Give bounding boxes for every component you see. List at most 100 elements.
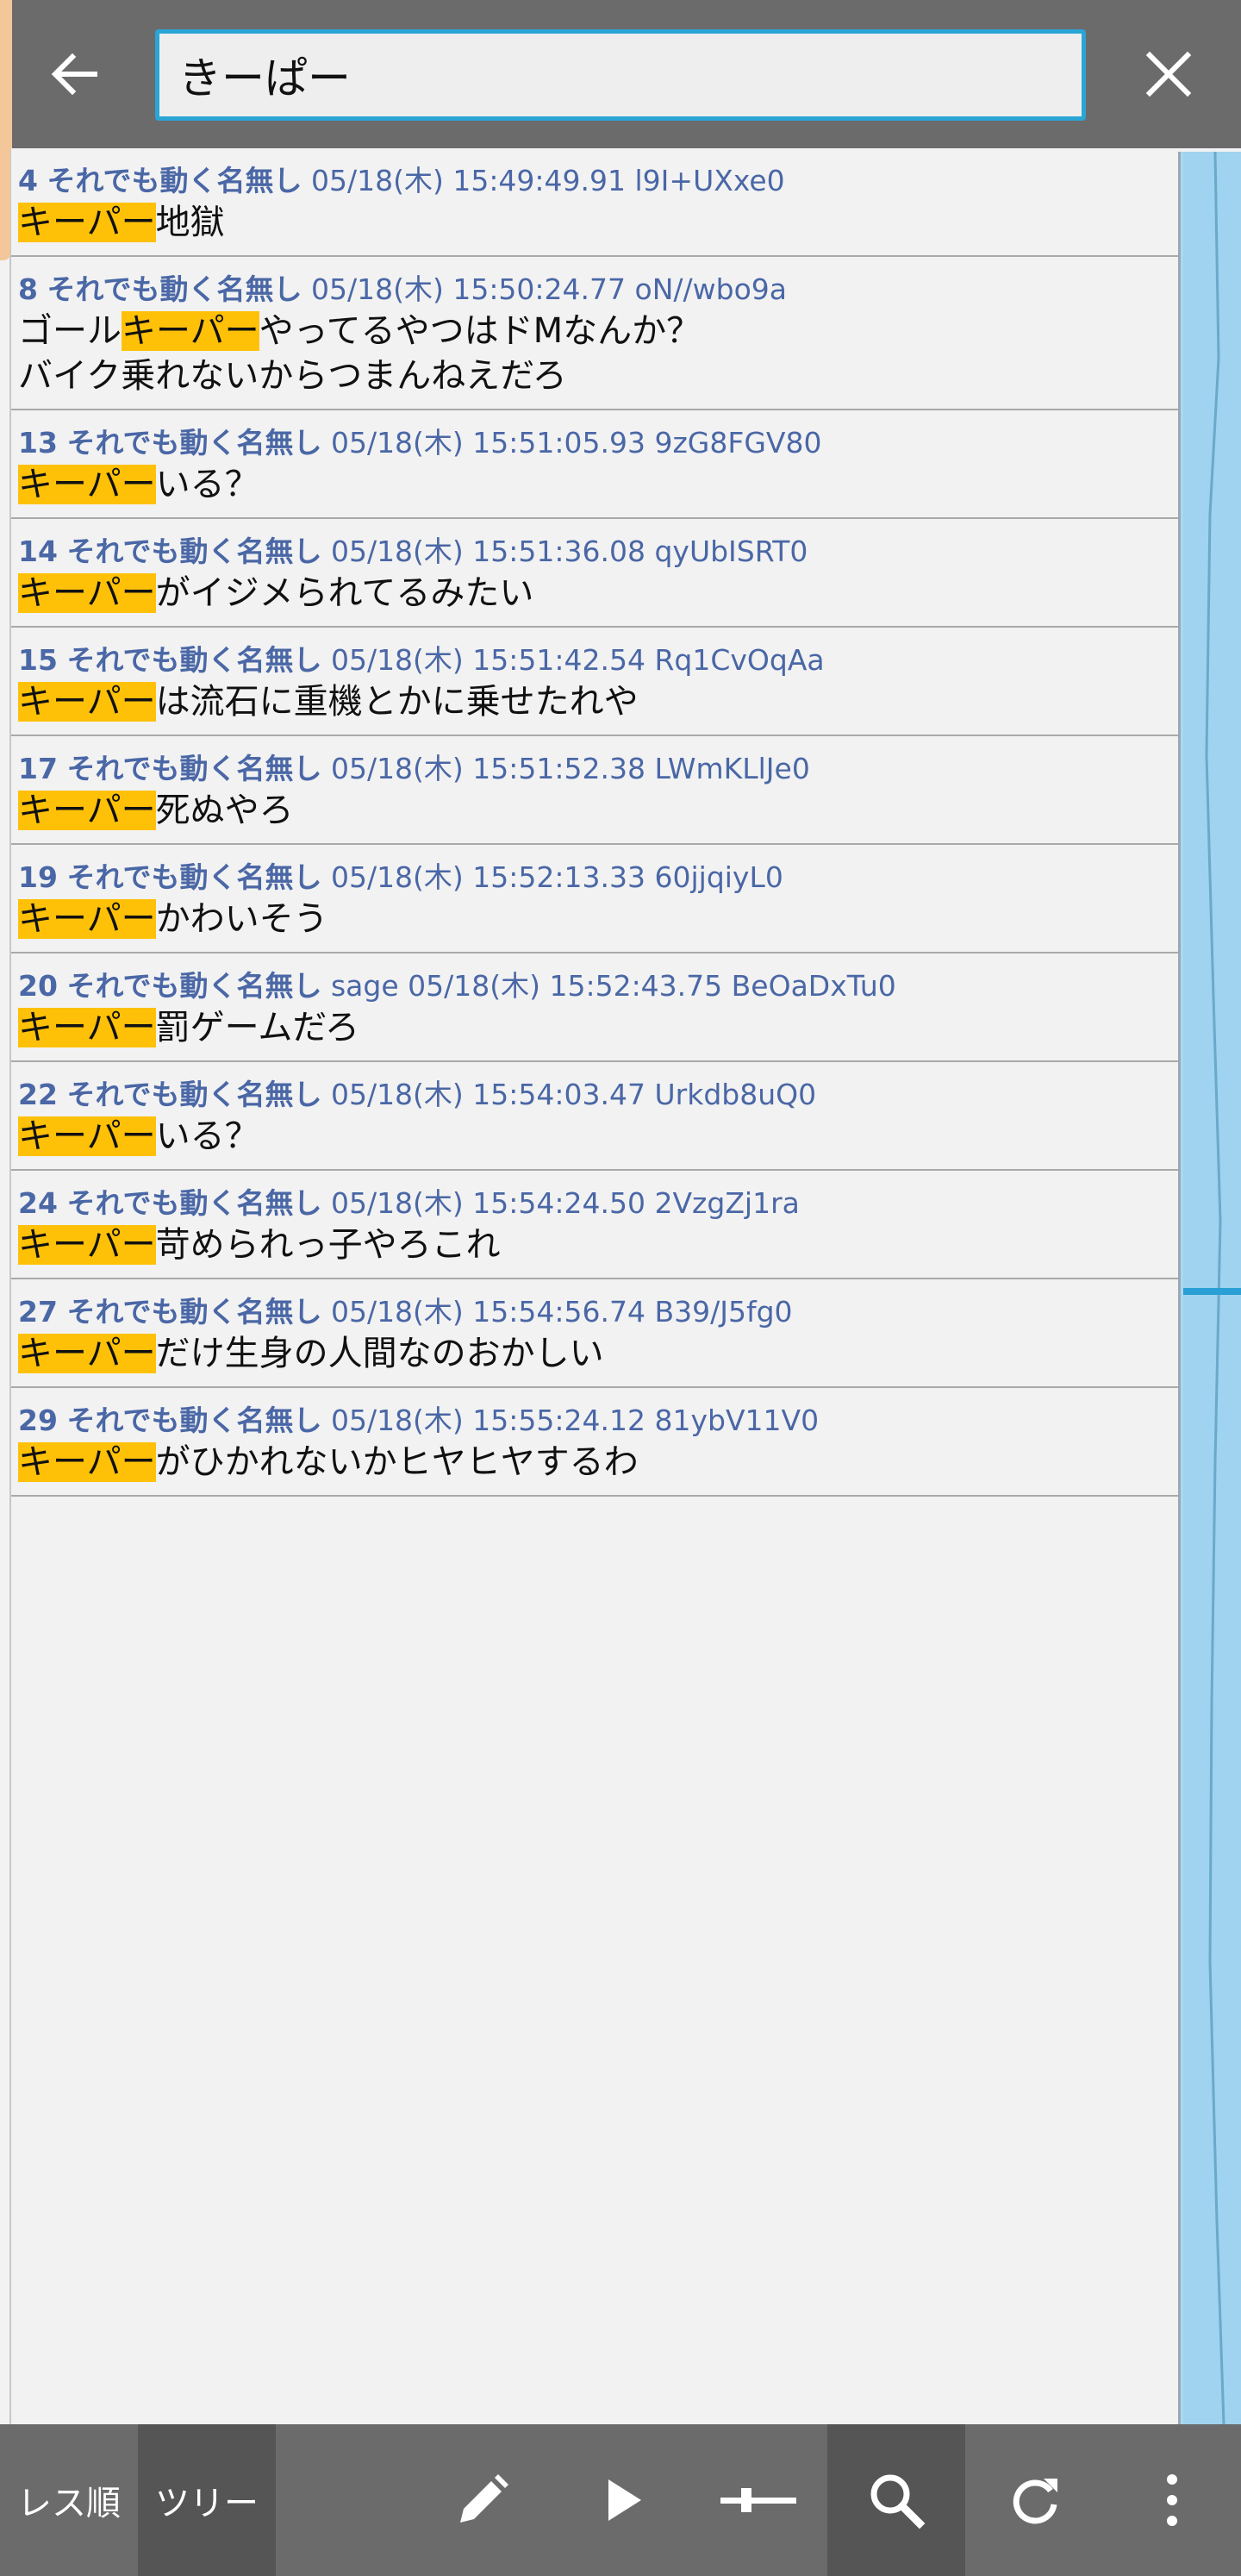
post-id[interactable]: Rq1CvOqAa bbox=[654, 643, 824, 677]
post-author-name[interactable]: それでも動く名無し bbox=[66, 752, 321, 785]
post-body-line: キーパーは流石に重機とかに乗せたれや bbox=[18, 679, 1178, 724]
post-author-name[interactable]: それでも動く名無し bbox=[47, 272, 302, 306]
post-number[interactable]: 15 bbox=[18, 643, 58, 677]
post-datetime: 05/18(木) 15:54:24.50 bbox=[330, 1186, 645, 1220]
scroll-minimap[interactable] bbox=[1178, 152, 1241, 2424]
search-field[interactable] bbox=[155, 29, 1086, 121]
post-header: 17 それでも動く名無し 05/18(木) 15:51:52.38 LWmKLl… bbox=[18, 750, 1178, 788]
post-datetime: 05/18(木) 15:50:24.77 bbox=[310, 272, 627, 306]
post-item[interactable]: 29 それでも動く名無し 05/18(木) 15:55:24.12 81ybV1… bbox=[11, 1388, 1178, 1497]
post-item[interactable]: 24 それでも動く名無し 05/18(木) 15:54:24.50 2VzgZj… bbox=[11, 1171, 1178, 1279]
post-id[interactable]: 81ybV11V0 bbox=[654, 1404, 819, 1437]
post-id[interactable]: 60jjqiyL0 bbox=[654, 860, 783, 894]
post-number[interactable]: 24 bbox=[18, 1186, 58, 1220]
post-body-line: キーパー苛められっ子やろこれ bbox=[18, 1222, 1178, 1267]
post-mail: sage bbox=[330, 969, 399, 1003]
search-toolbar-button[interactable] bbox=[827, 2424, 965, 2576]
post-number[interactable]: 8 bbox=[18, 272, 38, 306]
post-item[interactable]: 27 それでも動く名無し 05/18(木) 15:54:56.74 B39/J5… bbox=[11, 1279, 1178, 1388]
post-item[interactable]: 4 それでも動く名無し 05/18(木) 15:49:49.91 l9I+UXx… bbox=[11, 148, 1178, 257]
post-author-name[interactable]: それでも動く名無し bbox=[66, 426, 321, 460]
post-datetime: 05/18(木) 15:49:49.91 bbox=[310, 164, 627, 197]
search-input[interactable] bbox=[178, 50, 1082, 100]
post-item[interactable]: 15 それでも動く名無し 05/18(木) 15:51:42.54 Rq1CvO… bbox=[11, 628, 1178, 736]
post-header: 4 それでも動く名無し 05/18(木) 15:49:49.91 l9I+UXx… bbox=[18, 162, 1178, 200]
slider-icon bbox=[720, 2488, 796, 2512]
post-number[interactable]: 17 bbox=[18, 752, 58, 785]
compose-button[interactable] bbox=[422, 2440, 543, 2560]
post-text: は流石に重機とかに乗せたれや bbox=[155, 682, 639, 722]
post-author-name[interactable]: それでも動く名無し bbox=[66, 643, 321, 677]
post-author-name[interactable]: それでも動く名無し bbox=[47, 164, 302, 197]
tab-tree-label: ツリー bbox=[155, 2484, 259, 2523]
search-match-highlight: キーパー bbox=[18, 1225, 156, 1265]
more-options-button[interactable] bbox=[1112, 2440, 1232, 2560]
post-author-name[interactable]: それでも動く名無し bbox=[66, 1404, 321, 1437]
post-id[interactable]: 9zG8FGV80 bbox=[654, 426, 821, 460]
post-datetime: 05/18(木) 15:54:56.74 bbox=[330, 1295, 645, 1329]
post-datetime: 05/18(木) 15:51:36.08 bbox=[330, 535, 645, 568]
search-match-highlight: キーパー bbox=[18, 682, 156, 722]
back-button[interactable] bbox=[31, 31, 117, 117]
search-match-highlight: キーパー bbox=[18, 899, 156, 939]
post-datetime: 05/18(木) 15:51:42.54 bbox=[330, 643, 645, 677]
post-number[interactable]: 4 bbox=[18, 164, 38, 197]
close-search-button[interactable] bbox=[1126, 31, 1212, 117]
post-id[interactable]: LWmKLlJe0 bbox=[654, 752, 809, 785]
post-body-line: キーパーだけ生身の人間なのおかしい bbox=[18, 1331, 1178, 1376]
drawer-edge-handle[interactable] bbox=[0, 0, 12, 148]
post-item[interactable]: 22 それでも動く名無し 05/18(木) 15:54:03.47 Urkdb8… bbox=[11, 1062, 1178, 1171]
left-drawer-tab[interactable] bbox=[0, 148, 10, 260]
post-header: 13 それでも動く名無し 05/18(木) 15:51:05.93 9zG8FG… bbox=[18, 424, 1178, 462]
post-item[interactable]: 14 それでも動く名無し 05/18(木) 15:51:36.08 qyUbIS… bbox=[11, 519, 1178, 628]
post-datetime: 05/18(木) 15:51:52.38 bbox=[330, 752, 645, 785]
play-button[interactable] bbox=[562, 2440, 683, 2560]
post-datetime: 05/18(木) 15:54:03.47 bbox=[330, 1078, 645, 1111]
post-item[interactable]: 13 それでも動く名無し 05/18(木) 15:51:05.93 9zG8FG… bbox=[11, 410, 1178, 519]
slider-button[interactable] bbox=[698, 2440, 819, 2560]
post-text: 罰ゲームだろ bbox=[155, 1008, 360, 1047]
post-text: いる？ bbox=[155, 1116, 259, 1156]
refresh-button[interactable] bbox=[974, 2440, 1094, 2560]
left-edge-strip bbox=[0, 148, 11, 2424]
post-item[interactable]: 19 それでも動く名無し 05/18(木) 15:52:13.33 60jjqi… bbox=[11, 845, 1178, 953]
post-item[interactable]: 17 それでも動く名無し 05/18(木) 15:51:52.38 LWmKLl… bbox=[11, 736, 1178, 845]
post-header: 19 それでも動く名無し 05/18(木) 15:52:13.33 60jjqi… bbox=[18, 859, 1178, 897]
search-match-highlight: キーパー bbox=[18, 465, 156, 504]
post-header: 24 それでも動く名無し 05/18(木) 15:54:24.50 2VzgZj… bbox=[18, 1185, 1178, 1222]
post-body-line: キーパーがひかれないかヒヤヒヤするわ bbox=[18, 1440, 1178, 1485]
post-id[interactable]: l9I+UXxe0 bbox=[635, 164, 785, 197]
post-number[interactable]: 29 bbox=[18, 1404, 58, 1437]
post-author-name[interactable]: それでも動く名無し bbox=[66, 1295, 321, 1329]
tab-tree[interactable]: ツリー bbox=[138, 2424, 276, 2576]
post-author-name[interactable]: それでも動く名無し bbox=[66, 1186, 321, 1220]
post-author-name[interactable]: それでも動く名無し bbox=[66, 969, 321, 1003]
post-author-name[interactable]: それでも動く名無し bbox=[66, 1078, 321, 1111]
post-item[interactable]: 8 それでも動く名無し 05/18(木) 15:50:24.77 oN//wbo… bbox=[11, 257, 1178, 410]
search-match-highlight: キーパー bbox=[18, 1334, 156, 1373]
post-text: 地獄 bbox=[155, 203, 225, 242]
post-id[interactable]: qyUbISRT0 bbox=[654, 535, 808, 568]
post-id[interactable]: Urkdb8uQ0 bbox=[654, 1078, 816, 1111]
post-author-name[interactable]: それでも動く名無し bbox=[66, 860, 321, 894]
close-icon bbox=[1145, 51, 1192, 97]
post-number[interactable]: 19 bbox=[18, 860, 58, 894]
tab-res-order[interactable]: レス順 bbox=[0, 2424, 138, 2576]
post-number[interactable]: 14 bbox=[18, 535, 58, 568]
post-item[interactable]: 20 それでも動く名無し sage 05/18(木) 15:52:43.75 B… bbox=[11, 953, 1178, 1062]
refresh-icon bbox=[1013, 2479, 1057, 2524]
post-author-name[interactable]: それでも動く名無し bbox=[66, 535, 321, 568]
post-number[interactable]: 20 bbox=[18, 969, 58, 1003]
post-id[interactable]: B39/J5fg0 bbox=[654, 1295, 792, 1329]
post-id[interactable]: 2VzgZj1ra bbox=[654, 1186, 799, 1220]
post-number[interactable]: 13 bbox=[18, 426, 58, 460]
more-vertical-icon bbox=[1167, 2474, 1177, 2526]
search-match-highlight: キーパー bbox=[18, 791, 156, 830]
post-text: いる？ bbox=[155, 465, 259, 504]
post-id[interactable]: oN//wbo9a bbox=[635, 272, 787, 306]
post-number[interactable]: 22 bbox=[18, 1078, 58, 1111]
pencil-icon bbox=[460, 2474, 508, 2523]
post-list[interactable]: 4 それでも動く名無し 05/18(木) 15:49:49.91 l9I+UXx… bbox=[11, 148, 1178, 1497]
post-number[interactable]: 27 bbox=[18, 1295, 58, 1329]
post-id[interactable]: BeOaDxTu0 bbox=[732, 969, 896, 1003]
